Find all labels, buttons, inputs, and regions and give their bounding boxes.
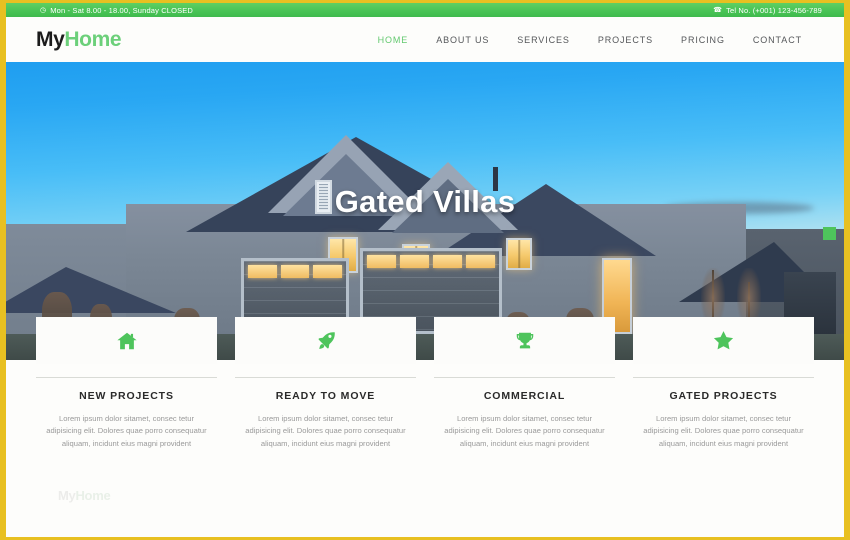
feature-card-icon-area [434, 317, 615, 364]
nav-item-projects[interactable]: PROJECTS [584, 35, 667, 45]
feature-card-new-projects[interactable]: NEW PROJECTS Lorem ipsum dolor sitamet, … [36, 317, 217, 450]
feature-text: Lorem ipsum dolor sitamet, consec tetur … [245, 414, 406, 448]
slider-next-button[interactable] [823, 227, 836, 240]
feature-card-icon-area [36, 317, 217, 364]
rocket-icon [315, 330, 337, 352]
roof-left-lower [6, 267, 176, 313]
feature-text: Lorem ipsum dolor sitamet, consec tetur … [643, 414, 804, 448]
main-navigation: HOME ABOUT US SERVICES PROJECTS PRICING … [364, 35, 816, 45]
feature-card-icon-area [633, 317, 814, 364]
star-icon [712, 329, 735, 352]
business-hours: ◷ Mon - Sat 8.00 - 18.00, Sunday CLOSED [40, 6, 193, 15]
hero-title: Gated Villas [334, 184, 516, 219]
feature-title: READY TO MOVE [275, 390, 376, 402]
feature-cards: NEW PROJECTS Lorem ipsum dolor sitamet, … [6, 317, 844, 450]
watermark-text-primary: My [58, 488, 76, 503]
top-utility-bar: ◷ Mon - Sat 8.00 - 18.00, Sunday CLOSED … [6, 3, 844, 17]
divider [235, 377, 416, 378]
nav-item-home[interactable]: HOME [364, 35, 423, 45]
divider [434, 377, 615, 378]
logo-text-primary: My [36, 28, 65, 51]
feature-title: GATED PROJECTS [669, 390, 778, 402]
business-hours-text: Mon - Sat 8.00 - 18.00, Sunday CLOSED [50, 5, 193, 15]
feature-card-icon-area [235, 317, 416, 364]
feature-card-gated-projects[interactable]: GATED PROJECTS Lorem ipsum dolor sitamet… [633, 317, 814, 450]
feature-text: Lorem ipsum dolor sitamet, consec tetur … [444, 414, 605, 448]
logo-text-secondary: Home [64, 28, 122, 51]
feature-card-ready-to-move[interactable]: READY TO MOVE Lorem ipsum dolor sitamet,… [235, 317, 416, 450]
feature-card-commercial[interactable]: COMMERCIAL Lorem ipsum dolor sitamet, co… [434, 317, 615, 450]
feature-title: COMMERCIAL [483, 390, 566, 402]
phone-icon: ☎ [713, 6, 723, 14]
page-frame: ◷ Mon - Sat 8.00 - 18.00, Sunday CLOSED … [0, 0, 850, 540]
nav-item-services[interactable]: SERVICES [503, 35, 584, 45]
site-header: MyHome HOME ABOUT US SERVICES PROJECTS P… [6, 17, 844, 62]
divider [36, 377, 217, 378]
nav-item-pricing[interactable]: PRICING [667, 35, 739, 45]
upper-window-lit [506, 238, 532, 270]
contact-phone-text: Tel No. (+001) 123-456-789 [726, 5, 822, 15]
site-logo[interactable]: MyHome [36, 28, 122, 51]
home-icon [116, 330, 138, 352]
nav-item-about-us[interactable]: ABOUT US [422, 35, 503, 45]
hero-banner: Gated Villas [6, 62, 844, 360]
trophy-icon [514, 330, 536, 352]
feature-title: NEW PROJECTS [79, 390, 174, 402]
feature-text: Lorem ipsum dolor sitamet, consec tetur … [46, 414, 207, 448]
contact-phone[interactable]: ☎ Tel No. (+001) 123-456-789 [713, 6, 822, 15]
divider [633, 377, 814, 378]
logo-watermark: MyHome [58, 488, 111, 503]
clock-icon: ◷ [40, 6, 47, 14]
watermark-text-secondary: Home [75, 488, 111, 503]
nav-item-contact[interactable]: CONTACT [739, 35, 816, 45]
